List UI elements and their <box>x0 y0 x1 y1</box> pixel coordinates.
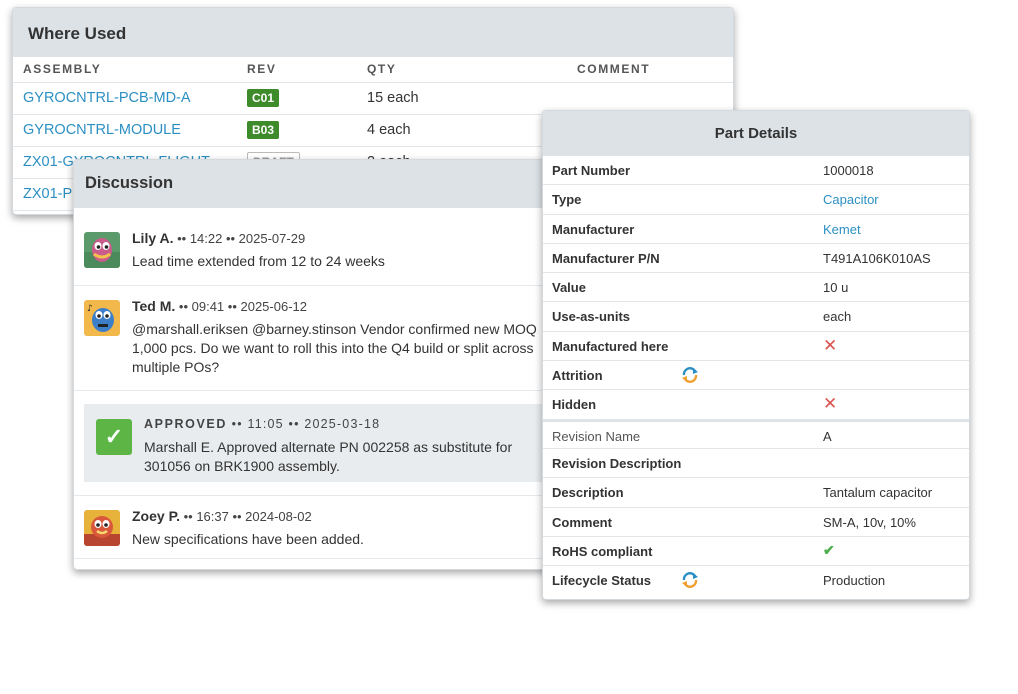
part-details-title: Part Details <box>543 111 969 156</box>
detail-value: 1000018 <box>823 163 874 178</box>
detail-row-manufacturer-pn: Manufacturer P/N T491A106K010AS <box>543 244 969 274</box>
column-header-rev[interactable]: REV <box>237 57 357 83</box>
avatar[interactable]: ♪ <box>84 300 120 336</box>
detail-label: Revision Name <box>552 428 641 444</box>
detail-row-value: Value 10 u <box>543 273 969 303</box>
detail-row-manufactured-here: Manufactured here ✕ <box>543 332 969 362</box>
comment-meta: •• 09:41 •• 2025-06-12 <box>175 299 307 314</box>
detail-row-hidden: Hidden ✕ <box>543 390 969 420</box>
approval-meta: •• 11:05 •• 2025-03-18 <box>226 417 381 431</box>
detail-label: Value <box>552 280 586 296</box>
detail-label: Use-as-units <box>552 309 631 325</box>
detail-label: Manufactured here <box>552 338 669 354</box>
column-header-qty[interactable]: QTY <box>357 57 567 83</box>
column-header-assembly[interactable]: ASSEMBLY <box>13 57 237 83</box>
comment-author[interactable]: Ted M. <box>132 298 175 314</box>
detail-label: Description <box>552 485 624 501</box>
approval-text: Marshall E. Approved alternate PN 002258… <box>144 439 513 474</box>
detail-label: Hidden <box>552 397 597 413</box>
comment-meta: •• 16:37 •• 2024-08-02 <box>180 509 312 524</box>
qty-cell: 4 each <box>357 114 567 147</box>
detail-label: Manufacturer <box>552 221 635 237</box>
detail-value: Production <box>823 573 886 589</box>
part-details-panel: Part Details Part Number 1000018 Type Ca… <box>542 110 970 600</box>
detail-value: T491A106K010AS <box>823 250 931 266</box>
detail-value: SM-A, 10v, 10% <box>823 514 916 530</box>
detail-row-use-as-units: Use-as-units each <box>543 302 969 332</box>
detail-label: Manufacturer P/N <box>552 250 660 266</box>
sync-icon[interactable] <box>681 572 699 589</box>
rev-badge: C01 <box>247 89 280 107</box>
false-x-icon: ✕ <box>823 394 838 414</box>
comment-meta: •• 14:22 •• 2025-07-29 <box>173 231 306 246</box>
detail-label: RoHS compliant <box>552 543 653 559</box>
detail-row-description: Description Tantalum capacitor <box>543 478 969 508</box>
detail-row-lifecycle-status: Lifecycle Status Production <box>543 566 969 595</box>
detail-label: Attrition <box>552 368 603 384</box>
detail-row-revision-name: Revision Name A <box>543 419 969 449</box>
column-header-comment[interactable]: COMMENT <box>567 57 733 83</box>
comment-author[interactable]: Zoey P. <box>132 508 180 524</box>
detail-row-rohs: RoHS compliant ✔ <box>543 537 969 567</box>
detail-value: each <box>823 309 852 325</box>
avatar[interactable] <box>84 232 120 268</box>
assembly-link[interactable]: GYROCNTRL-MODULE <box>13 114 237 147</box>
false-x-icon: ✕ <box>823 335 838 355</box>
detail-label: Comment <box>552 514 612 530</box>
detail-value: 10 u <box>823 280 849 296</box>
qty-cell: 15 each <box>357 82 567 115</box>
detail-label: Part Number <box>552 163 631 178</box>
avatar[interactable] <box>84 510 120 546</box>
svg-text:♪: ♪ <box>87 304 93 314</box>
true-check-icon: ✔ <box>823 541 835 558</box>
detail-row-part-number: Part Number 1000018 <box>543 156 969 186</box>
where-used-title: Where Used <box>13 8 733 57</box>
detail-row-type: Type Capacitor <box>543 185 969 215</box>
detail-row-revision-description: Revision Description <box>543 449 969 479</box>
assembly-link[interactable]: GYROCNTRL-PCB-MD-A <box>13 82 237 115</box>
detail-value: Tantalum capacitor <box>823 485 933 501</box>
sync-icon[interactable] <box>681 367 699 384</box>
type-link[interactable]: Capacitor <box>823 192 879 207</box>
detail-label: Revision Description <box>552 455 682 471</box>
detail-row-attrition: Attrition <box>543 361 969 391</box>
detail-label: Lifecycle Status <box>552 573 651 589</box>
manufacturer-link[interactable]: Kemet <box>823 222 861 237</box>
comment-author[interactable]: Lily A. <box>132 230 174 246</box>
detail-row-comment: Comment SM-A, 10v, 10% <box>543 508 969 537</box>
detail-value: A <box>823 428 832 444</box>
rev-badge: B03 <box>247 121 280 139</box>
detail-row-manufacturer: Manufacturer Kemet <box>543 215 969 244</box>
approval-status: APPROVED <box>144 417 227 431</box>
approved-check-icon: ✓ <box>96 419 132 455</box>
detail-label: Type <box>552 192 582 208</box>
